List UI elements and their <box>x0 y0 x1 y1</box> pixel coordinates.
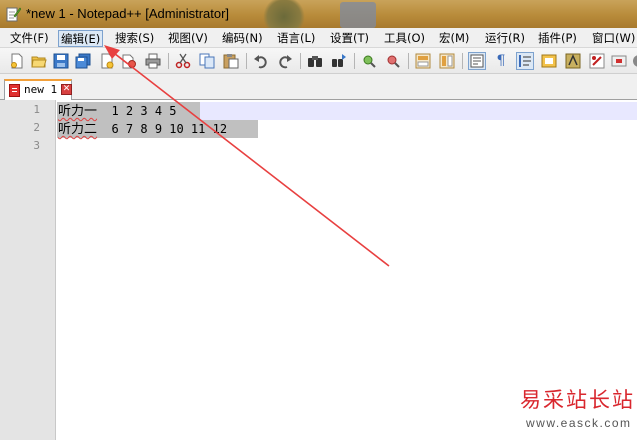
unsaved-document-icon <box>9 84 20 97</box>
line-number: 2 <box>33 121 40 134</box>
print-icon[interactable] <box>144 52 162 70</box>
document-tab-bar: new 1 ✕ <box>0 74 637 100</box>
sync-vertical-icon[interactable] <box>414 52 432 70</box>
line-1-numbers: 1 2 3 4 5 <box>97 104 177 118</box>
menu-settings[interactable]: 设置(T) <box>328 30 371 47</box>
menu-run[interactable]: 运行(R) <box>483 30 527 47</box>
line-2-numbers: 6 7 8 9 10 11 12 <box>97 122 228 136</box>
line-number-gutter: 1 2 3 <box>0 100 56 440</box>
tab-new-1[interactable]: new 1 ✕ <box>4 79 72 100</box>
toolbar-separator <box>246 53 247 69</box>
toolbar-separator <box>300 53 301 69</box>
code-line-1[interactable]: 听力一 1 2 3 4 5 <box>58 102 177 120</box>
toolbar-separator <box>462 53 463 69</box>
menu-search[interactable]: 搜索(S) <box>113 30 156 47</box>
show-all-chars-icon[interactable]: ¶ <box>492 52 510 70</box>
record-macro-icon[interactable] <box>588 52 606 70</box>
indent-guide-icon[interactable] <box>516 52 534 70</box>
menu-bar: 文件(F) 编辑(E) 搜索(S) 视图(V) 编码(N) 语言(L) 设置(T… <box>0 28 637 48</box>
window-title: *new 1 - Notepad++ [Administrator] <box>26 6 230 21</box>
redo-icon[interactable] <box>276 52 294 70</box>
toolbar-separator <box>408 53 409 69</box>
copy-icon[interactable] <box>198 52 216 70</box>
zoom-out-icon[interactable] <box>384 52 402 70</box>
sync-horizontal-icon[interactable] <box>438 52 456 70</box>
new-file-icon[interactable] <box>8 52 26 70</box>
watermark-url: www.easck.com <box>526 416 632 430</box>
tab-label: new 1 <box>24 83 58 96</box>
menu-encoding[interactable]: 编码(N) <box>220 30 265 47</box>
replace-icon[interactable] <box>330 52 348 70</box>
watermark-site-name: 易采站长站 <box>520 388 635 412</box>
open-file-icon[interactable] <box>30 52 48 70</box>
menu-edit[interactable]: 编辑(E) <box>58 30 104 47</box>
title-bar-background-art <box>340 2 376 28</box>
notepad-plus-plus-icon <box>6 7 21 22</box>
close-all-icon[interactable] <box>120 52 138 70</box>
doc-map-icon[interactable] <box>540 52 558 70</box>
title-bar-background-art <box>262 0 306 28</box>
toolbar: ¶ <box>0 48 637 74</box>
menu-macro[interactable]: 宏(M) <box>437 30 471 47</box>
menu-window[interactable]: 窗口(W) <box>590 30 637 47</box>
function-list-icon[interactable] <box>564 52 582 70</box>
menu-tools[interactable]: 工具(O) <box>382 30 427 47</box>
save-icon[interactable] <box>52 52 70 70</box>
menu-language[interactable]: 语言(L) <box>275 30 317 47</box>
word-wrap-icon[interactable] <box>468 52 486 70</box>
close-icon[interactable] <box>98 52 116 70</box>
toolbar-separator <box>168 53 169 69</box>
find-icon[interactable] <box>306 52 324 70</box>
save-all-icon[interactable] <box>74 52 92 70</box>
title-bar: *new 1 - Notepad++ [Administrator] <box>0 0 637 28</box>
line-number: 1 <box>33 103 40 116</box>
cut-icon[interactable] <box>174 52 192 70</box>
play-macro-icon[interactable] <box>630 52 637 70</box>
line-number: 3 <box>33 139 40 152</box>
tab-close-icon[interactable]: ✕ <box>61 84 72 95</box>
undo-icon[interactable] <box>252 52 270 70</box>
stop-macro-icon[interactable] <box>610 52 628 70</box>
code-line-2[interactable]: 听力二 6 7 8 9 10 11 12 <box>58 120 227 138</box>
menu-view[interactable]: 视图(V) <box>166 30 210 47</box>
toolbar-separator <box>354 53 355 69</box>
line-2-chinese-text: 听力二 <box>58 122 98 137</box>
paste-icon[interactable] <box>222 52 240 70</box>
zoom-in-icon[interactable] <box>360 52 378 70</box>
menu-plugins[interactable]: 插件(P) <box>536 30 579 47</box>
line-1-chinese-text: 听力一 <box>58 104 98 119</box>
menu-file[interactable]: 文件(F) <box>8 30 51 47</box>
